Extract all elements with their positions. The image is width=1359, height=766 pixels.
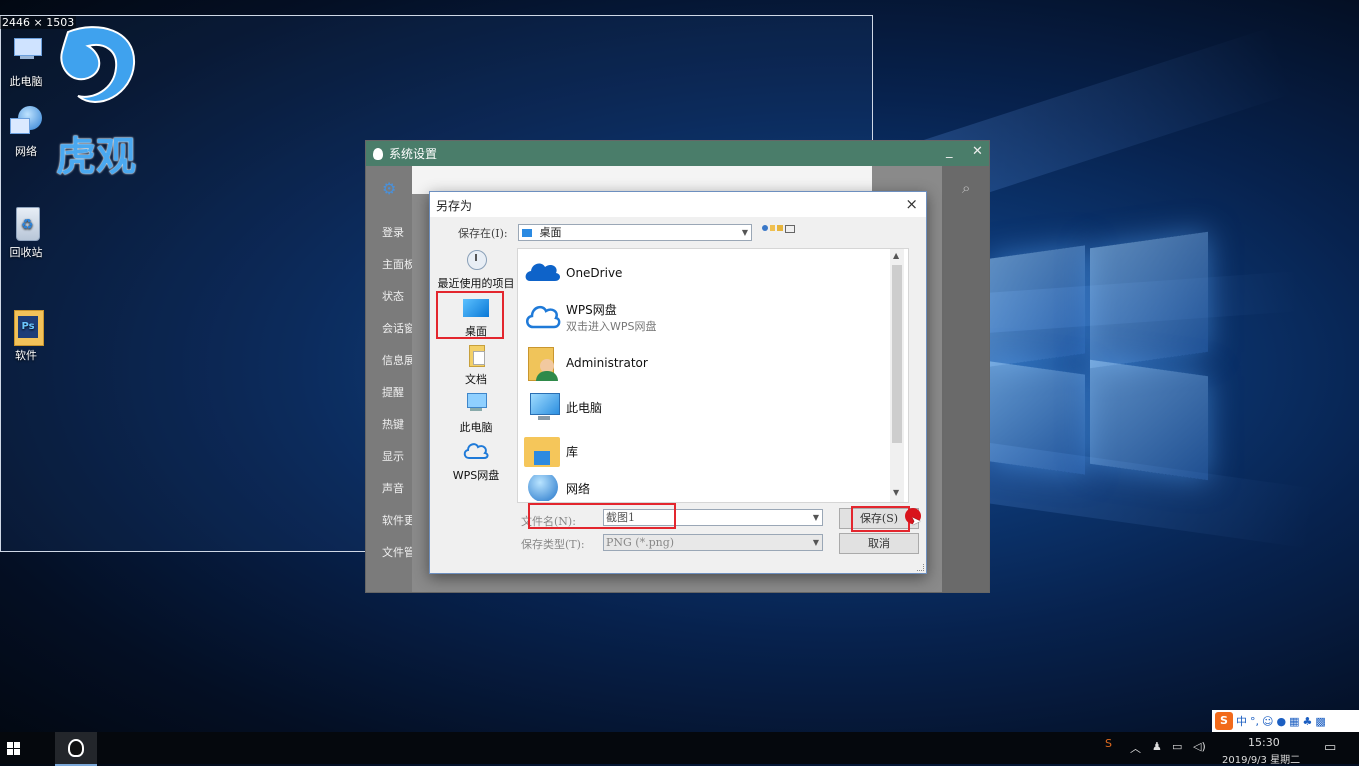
close-button[interactable]: ✕ [972, 144, 983, 159]
new-folder-icon[interactable] [777, 225, 783, 231]
qq-penguin-icon [68, 739, 84, 757]
network-icon [8, 104, 44, 140]
documents-icon [461, 343, 491, 369]
clock-time[interactable]: 15:30 [1248, 736, 1280, 749]
up-folder-icon[interactable] [770, 225, 775, 231]
list-item[interactable]: OneDrive [524, 253, 622, 293]
system-settings-title: 系统设置 [389, 147, 438, 161]
list-item[interactable]: WPS网盘 双击进入WPS网盘 [524, 297, 657, 337]
windows-logo-wallpaper [990, 231, 1210, 481]
save-in-label: 保存在(I): [458, 227, 508, 240]
ime-mode[interactable]: 中 [1236, 713, 1247, 729]
settings-header-strip [412, 166, 872, 194]
nav-item-main-panel[interactable]: 主面板 [382, 256, 415, 272]
mouse-pointer-icon: ➤ [911, 514, 922, 528]
start-button[interactable] [7, 742, 21, 756]
place-this-pc[interactable]: 此电脑 [436, 391, 516, 435]
computer-icon [524, 389, 562, 425]
qq-tray-icon[interactable]: ♟ [1152, 740, 1162, 753]
watermark-logo: 虎观 [48, 24, 140, 180]
chevron-up-icon[interactable]: ︿ [1130, 740, 1141, 756]
nav-item-reminder[interactable]: 提醒 [382, 384, 404, 400]
sogou-tray-icon[interactable]: S [1105, 737, 1112, 750]
scroll-down-icon[interactable]: ▼ [893, 488, 899, 497]
library-icon [524, 433, 562, 469]
list-item[interactable]: 此电脑 [524, 387, 602, 427]
network-tray-icon[interactable]: ▭ [1172, 740, 1182, 753]
computer-icon [8, 34, 44, 70]
back-icon[interactable] [762, 225, 768, 231]
cancel-button[interactable]: 取消 [839, 533, 919, 554]
highlight-save [851, 506, 910, 532]
scroll-thumb[interactable] [892, 265, 902, 443]
cloud-icon [461, 439, 491, 465]
nav-item-sound[interactable]: 声音 [382, 480, 404, 496]
filetype-dropdown[interactable]: PNG (*.png) ▼ [603, 534, 823, 551]
sogou-logo-icon: S [1215, 712, 1233, 730]
nav-item-display[interactable]: 显示 [382, 448, 404, 464]
settings-nav: ⚙ 登录 主面板 状态 会话窗口 信息展示 提醒 热键 显示 声音 软件更新 文… [366, 166, 426, 592]
highlight-desktop [436, 291, 504, 339]
gear-icon: ⚙ [382, 179, 397, 198]
network-icon [524, 475, 562, 501]
search-icon[interactable]: ⌕ [962, 179, 970, 197]
dialog-titlebar[interactable]: 另存为 × [430, 192, 926, 217]
place-recent[interactable]: 最近使用的项目 [436, 247, 516, 291]
file-list-scrollbar[interactable]: ▲ ▼ [890, 249, 904, 502]
chevron-down-icon: ▼ [812, 513, 819, 522]
ime-punctuation[interactable]: °, [1250, 715, 1259, 728]
list-item[interactable]: Administrator [524, 343, 648, 383]
watermark-text: 虎观 [56, 134, 136, 180]
keyboard-icon[interactable]: ▦ [1289, 715, 1299, 728]
ime-toolbar[interactable]: S 中 °, ☺ ● ▦ ♣ ▩ [1212, 710, 1359, 732]
system-settings-titlebar[interactable]: 系统设置 _ ✕ [366, 141, 989, 166]
dialog-title: 另存为 [436, 199, 473, 213]
wps-cloud-icon [524, 299, 562, 335]
emoji-icon[interactable]: ☺ [1262, 715, 1273, 728]
list-item[interactable]: 库 [524, 431, 578, 471]
scroll-up-icon[interactable]: ▲ [893, 251, 899, 260]
windows-start-icon [7, 742, 21, 755]
dialog-toolbar [762, 225, 795, 233]
recent-items-icon [461, 247, 491, 273]
taskbar-app-qq[interactable] [55, 732, 97, 766]
filetype-label: 保存类型(T): [521, 538, 585, 551]
save-in-dropdown[interactable]: 桌面 ▼ [518, 224, 752, 241]
desktop-folder-icon [522, 229, 532, 237]
nav-item-hotkey[interactable]: 热键 [382, 416, 404, 432]
chevron-down-icon: ▼ [741, 228, 748, 237]
onedrive-icon [524, 255, 562, 291]
place-wps-cloud[interactable]: WPS网盘 [436, 439, 516, 483]
nav-item-login[interactable]: 登录 [382, 224, 404, 240]
skin-icon[interactable]: ♣ [1302, 715, 1312, 728]
place-documents[interactable]: 文档 [436, 343, 516, 387]
chevron-down-icon: ▼ [812, 538, 819, 547]
dialog-close-button[interactable]: × [905, 195, 918, 213]
highlight-filename [528, 503, 676, 529]
user-folder-icon [524, 345, 562, 381]
desktop-icon-recycle-bin[interactable]: ♻ 回收站 [0, 205, 56, 260]
nav-item-status[interactable]: 状态 [382, 288, 404, 304]
list-item[interactable]: 网络 [524, 475, 590, 501]
computer-icon [461, 391, 491, 417]
file-list[interactable]: OneDrive WPS网盘 双击进入WPS网盘 Administrator 此… [517, 248, 909, 503]
volume-icon[interactable]: ◁) [1193, 740, 1206, 753]
taskbar: S ︿ ♟ ▭ ◁) 15:30 2019/9/3 星期二 ▭ [0, 732, 1359, 766]
desktop-icon-software[interactable]: Ps 软件 [0, 308, 56, 363]
minimize-button[interactable]: _ [946, 144, 953, 159]
recycle-bin-icon: ♻ [8, 205, 44, 241]
microphone-icon[interactable]: ● [1276, 715, 1286, 728]
resize-grip-icon[interactable] [917, 564, 924, 571]
view-menu-icon[interactable] [785, 225, 795, 233]
qq-penguin-icon [373, 147, 383, 160]
toolbox-icon[interactable]: ▩ [1315, 715, 1325, 728]
save-as-dialog[interactable]: 另存为 × 保存在(I): 桌面 ▼ 最近使用的项目 桌面 文档 此电脑 WPS… [429, 191, 927, 574]
software-folder-icon: Ps [8, 308, 44, 346]
notification-icon[interactable]: ▭ [1324, 740, 1336, 755]
